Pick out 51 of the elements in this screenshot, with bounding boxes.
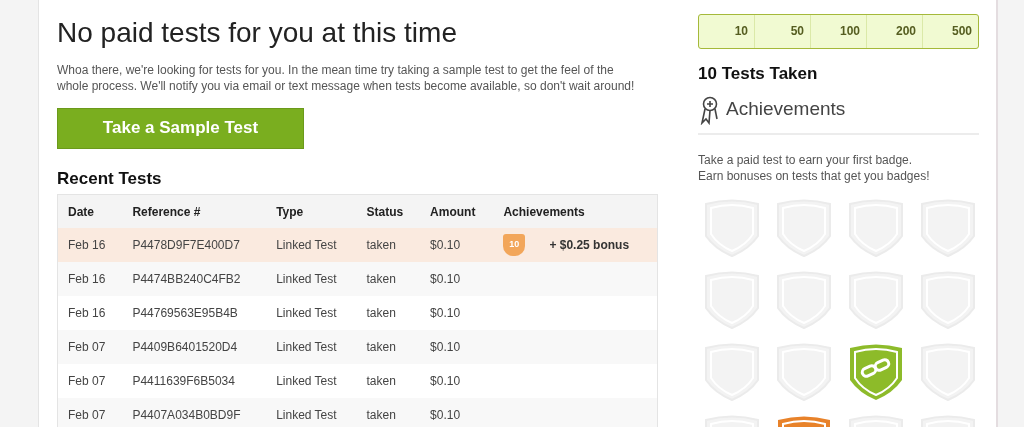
- table-cell: P4409B6401520D4: [122, 330, 267, 365]
- table-cell: $0.10: [420, 398, 494, 427]
- table-cell: Linked Test: [266, 398, 357, 427]
- table-cell: P4411639F6B5034: [122, 364, 267, 399]
- table-cell: Feb 07: [57, 364, 123, 399]
- badge-icon: 10: [503, 234, 526, 257]
- achievements-heading: Achievements: [726, 97, 846, 122]
- column-header: Amount: [420, 194, 494, 229]
- table-cell: P4474BB240C4FB2: [122, 262, 267, 297]
- table-cell: Feb 16: [57, 228, 123, 263]
- column-header: Status: [356, 194, 421, 229]
- table-cell: $0.10: [420, 364, 494, 399]
- table-cell: $0.10: [420, 262, 494, 297]
- tests-taken-heading: 10 Tests Taken: [698, 63, 819, 85]
- info-message: Whoa there, we're looking for tests for you. In the mean time try taking a sample test to get the feel of the whole process. We'll notify you via email or text message when tests become available, so don't wait around!: [57, 61, 636, 94]
- table-cell: P4478D9F7E400D7: [122, 228, 267, 263]
- table-cell: Linked Test: [266, 330, 357, 365]
- table-cell: Feb 16: [57, 296, 123, 331]
- table-cell: taken: [356, 262, 421, 297]
- table-cell: taken: [356, 228, 421, 263]
- milestone-label: 50: [754, 15, 810, 48]
- table-cell: $0.10: [420, 330, 494, 365]
- hint-text: Take a paid test to earn your first badge.: [698, 151, 914, 168]
- page-title: No paid tests for you at this time: [57, 16, 458, 50]
- hint-text: Earn bonuses on tests that get you badges!: [698, 167, 931, 184]
- sample-test-button[interactable]: Take a Sample Test: [57, 107, 304, 149]
- table-cell: taken: [356, 296, 421, 331]
- table-cell: Feb 16: [57, 262, 123, 297]
- table-cell: $0.10: [420, 228, 494, 263]
- table-cell: taken: [356, 364, 421, 399]
- table-cell: Feb 07: [57, 398, 123, 427]
- bonus-text: + $0.25 bonus: [549, 237, 630, 255]
- table-cell: taken: [356, 398, 421, 427]
- table-cell: P44769563E95B4B: [122, 296, 267, 331]
- column-header: Reference #: [122, 194, 267, 229]
- column-header: Date: [57, 194, 123, 229]
- milestone-label: 500: [922, 15, 978, 48]
- column-header: Type: [266, 194, 357, 229]
- column-header: Achievements: [493, 194, 658, 229]
- table-cell: Linked Test: [266, 296, 357, 331]
- table-cell: Linked Test: [266, 364, 357, 399]
- milestone-label: 100: [810, 15, 866, 48]
- milestone-label: 10: [733, 23, 749, 40]
- milestone-label: 200: [866, 15, 922, 48]
- table-cell: $0.10: [420, 296, 494, 331]
- table-cell: Linked Test: [266, 262, 357, 297]
- section-title: Recent Tests: [57, 168, 163, 189]
- table-cell: P4407A034B0BD9F: [122, 398, 267, 427]
- table-cell: Feb 07: [57, 330, 123, 365]
- table-cell: taken: [356, 330, 421, 365]
- table-cell: Linked Test: [266, 228, 357, 263]
